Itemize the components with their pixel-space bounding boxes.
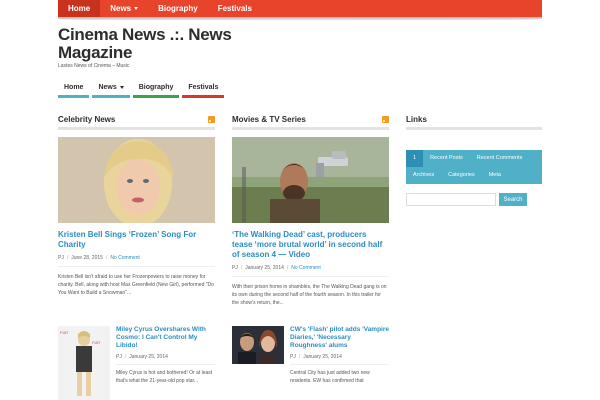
celebrity-news-column: Celebrity News Kristen Bell Sings ‘Froze… [58, 113, 215, 297]
topnav-festivals[interactable]: Festivals [208, 0, 262, 17]
tab-categories[interactable]: Categories [441, 167, 482, 184]
featured-post-title[interactable]: ‘The Walking Dead’ cast, producers tease… [232, 230, 389, 260]
post-author[interactable]: PJ [232, 265, 238, 271]
post-meta: PJ / January 25, 2014 / No Comment [232, 265, 321, 271]
post-date: January 25, 2014 [303, 354, 342, 360]
post-author[interactable]: PJ [58, 255, 64, 261]
post-thumbnail[interactable]: FIAT FIAT [58, 326, 110, 400]
chevron-down-icon [119, 86, 124, 89]
column-title[interactable]: Celebrity News [58, 115, 115, 124]
post-meta: PJ / January 25, 2014 [290, 354, 342, 360]
rss-icon[interactable] [208, 115, 215, 123]
topnav-biography[interactable]: Biography [148, 0, 208, 17]
main-nav: Home News Biography Festivals [58, 82, 225, 98]
post-date: June 28, 2015 [71, 255, 103, 261]
post-excerpt: Central City has just added two new resi… [290, 370, 370, 384]
svg-text:FIAT: FIAT [60, 330, 69, 335]
post-author[interactable]: PJ [290, 354, 296, 360]
post-comments-link[interactable]: No Comment [110, 255, 139, 261]
post-excerpt: Kristen Bell isn't afraid to use her Fro… [58, 274, 214, 296]
top-nav: Home News Biography Festivals [58, 0, 262, 17]
mainnav-home[interactable]: Home [58, 82, 90, 98]
tab-1[interactable]: 1 [406, 150, 424, 167]
column-rule [58, 127, 215, 130]
small-post: FIAT FIAT Miley Cyrus Overshares With Co… [58, 326, 215, 400]
sidebar-rule [406, 127, 542, 130]
featured-image[interactable] [232, 137, 389, 223]
post-meta: PJ / January 25, 2014 [116, 354, 168, 360]
post-excerpt: With their prison home in shambles, the … [232, 284, 387, 306]
column-header: Movies & TV Series [232, 113, 389, 125]
site-tagline: Lastes News of Cinema – Music [58, 63, 130, 69]
mainnav-news[interactable]: News [92, 82, 130, 98]
featured-post-title[interactable]: Kristen Bell Sings ‘Frozen’ Song For Cha… [58, 230, 215, 250]
site-title[interactable]: Cinema News .:. News Magazine [58, 26, 288, 62]
column-title[interactable]: Movies & TV Series [232, 115, 306, 124]
sidebar-title: Links [406, 114, 427, 124]
search-form: Search [406, 193, 542, 206]
post-excerpt: Miley Cyrus is hot and bothered! Or at l… [116, 370, 213, 384]
tab-recent-posts[interactable]: Recent Posts [423, 150, 470, 167]
rss-icon[interactable] [382, 115, 389, 123]
mainnav-festivals[interactable]: Festivals [182, 82, 225, 98]
svg-text:FIAT: FIAT [92, 340, 101, 345]
sidebar-tabs: 1 Recent Posts Recent Comments Archives … [406, 150, 542, 184]
sidebar: Links 1 Recent Posts Recent Comments Arc… [406, 113, 542, 206]
post-thumbnail[interactable] [232, 326, 284, 364]
sidebar-header: Links [406, 113, 542, 125]
tab-recent-comments[interactable]: Recent Comments [470, 150, 530, 167]
movies-tv-column: Movies & TV Series ‘The Walking Dead’ ca… [232, 113, 389, 307]
search-button[interactable]: Search [499, 193, 527, 206]
post-comments-link[interactable]: No Comment [291, 265, 320, 271]
top-bar-shadow [58, 17, 542, 21]
column-rule [232, 127, 389, 130]
post-date: January 25, 2014 [129, 354, 168, 360]
tab-meta[interactable]: Meta [482, 167, 508, 184]
featured-image[interactable] [58, 137, 215, 223]
topnav-news[interactable]: News [100, 0, 148, 17]
topnav-home[interactable]: Home [58, 0, 101, 17]
mainnav-biography[interactable]: Biography [132, 82, 180, 98]
column-header: Celebrity News [58, 113, 215, 125]
chevron-down-icon [134, 7, 139, 10]
small-post-title[interactable]: Miley Cyrus Overshares With Cosmo: I Can… [116, 326, 215, 350]
tab-archives[interactable]: Archives [406, 167, 441, 184]
post-author[interactable]: PJ [116, 354, 122, 360]
post-date: January 25, 2014 [245, 265, 284, 271]
small-post: CW's 'Flash' pilot adds 'Vampire Diaries… [232, 326, 389, 385]
small-post-title[interactable]: CW's 'Flash' pilot adds 'Vampire Diaries… [290, 326, 389, 350]
search-input[interactable] [406, 193, 496, 206]
post-meta: PJ / June 28, 2015 / No Comment [58, 255, 140, 261]
